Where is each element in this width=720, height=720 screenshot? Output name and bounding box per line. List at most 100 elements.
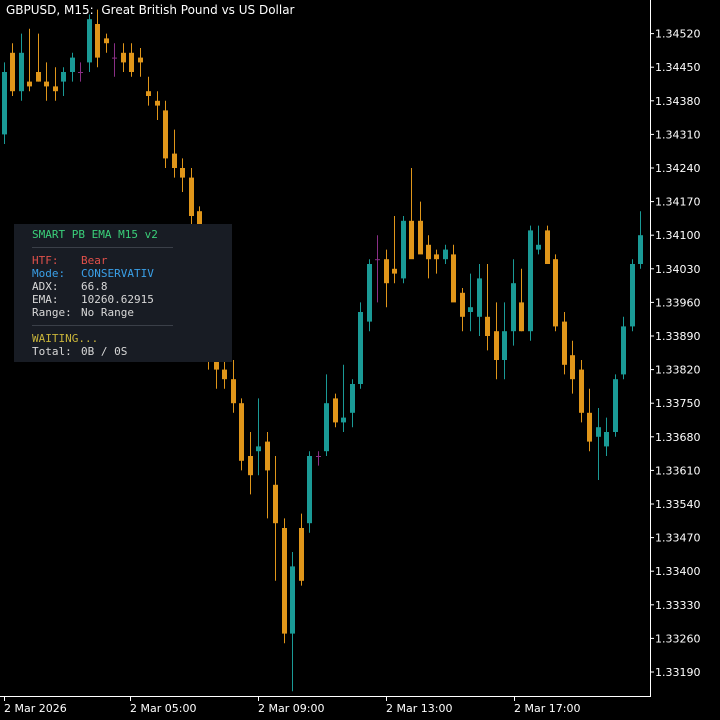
chart-window[interactable]: 1.34520 1.34450 1.34380 1.34310 1.34240 1.341… [0, 0, 720, 720]
candle-body[interactable] [155, 100, 160, 106]
candle-body[interactable] [53, 86, 58, 92]
candle-body[interactable] [180, 168, 185, 178]
price-tick-label: 1.33960 [655, 296, 701, 309]
range-value: No Range [81, 306, 134, 319]
candle-body[interactable] [341, 417, 346, 423]
candle-body[interactable] [70, 57, 75, 72]
mode-value: CONSERVATIV [81, 267, 154, 280]
candle-body[interactable] [553, 259, 558, 327]
price-tick-label: 1.34310 [655, 128, 701, 141]
price-tick-label: 1.33260 [655, 632, 701, 645]
candle-body[interactable] [265, 441, 270, 471]
candle-body[interactable] [138, 57, 143, 63]
candle-body[interactable] [502, 331, 507, 360]
candle-body[interactable] [36, 72, 41, 82]
candle-body[interactable] [460, 292, 465, 317]
candle-body[interactable] [61, 72, 66, 82]
candle-body[interactable] [451, 254, 456, 303]
candle-body[interactable] [333, 398, 338, 423]
candle-body[interactable] [630, 264, 635, 327]
time-tick-label: 2 Mar 2026 [4, 702, 67, 715]
candle-body[interactable] [248, 456, 253, 476]
candle-body[interactable] [485, 316, 490, 336]
candle-body[interactable] [189, 177, 194, 216]
candle-body[interactable] [231, 379, 236, 404]
price-tick-label: 1.33540 [655, 498, 701, 511]
candle-body[interactable] [375, 259, 380, 261]
candle-body[interactable] [316, 456, 321, 457]
candle-body[interactable] [104, 38, 109, 44]
candle-body[interactable] [409, 220, 414, 260]
candle-body[interactable] [163, 110, 168, 159]
candle-body[interactable] [570, 355, 575, 380]
candle-body[interactable] [95, 24, 100, 58]
candle-body[interactable] [434, 254, 439, 260]
candle-body[interactable] [401, 220, 406, 279]
total-label: Total: [32, 345, 72, 358]
candle-body[interactable] [468, 307, 473, 312]
ema-row: EMA: 10260.62915 [32, 293, 154, 306]
time-axis[interactable]: 2 Mar 2026 2 Mar 05:00 2 Mar 09:00 2 Mar 13… [4, 696, 580, 715]
candle-body[interactable] [172, 153, 177, 168]
candle-body[interactable] [112, 57, 117, 59]
candle-body[interactable] [19, 52, 24, 92]
candle-body[interactable] [273, 484, 278, 524]
candle-body[interactable] [299, 528, 304, 581]
symbol-label: GBPUSD, M15: [6, 3, 94, 17]
candle-body[interactable] [324, 403, 329, 452]
candle-body[interactable] [350, 384, 355, 413]
candle-body[interactable] [392, 268, 397, 274]
candle-body[interactable] [418, 220, 423, 255]
ea-info-panel: SMART PB EMA M15 v2 HTF: Bear Mode: CONSER… [14, 224, 232, 362]
candle-body[interactable] [477, 278, 482, 317]
candle-body[interactable] [384, 259, 389, 284]
candle-body[interactable] [2, 72, 7, 135]
candle-body[interactable] [146, 91, 151, 96]
candle-body[interactable] [78, 72, 83, 73]
candle-body[interactable] [536, 244, 541, 250]
candle-body[interactable] [290, 566, 295, 634]
candle-body[interactable] [87, 19, 92, 63]
adx-row: ADX: 66.8 [32, 280, 108, 293]
time-tick-label: 2 Mar 17:00 [514, 702, 580, 715]
candle-body[interactable] [596, 427, 601, 437]
candle-body[interactable] [579, 369, 584, 413]
candle-body[interactable] [604, 432, 609, 447]
candle-body[interactable] [121, 52, 126, 63]
candle-body[interactable] [621, 326, 626, 375]
symbol-description: Great British Pound vs US Dollar [101, 3, 295, 17]
candle-body[interactable] [638, 235, 643, 264]
range-label: Range: [32, 306, 72, 319]
candle-body[interactable] [27, 81, 32, 87]
candle-body[interactable] [494, 331, 499, 360]
candle-body[interactable] [358, 312, 363, 384]
candle-body[interactable] [613, 379, 618, 432]
candle-body[interactable] [511, 283, 516, 332]
candle-body[interactable] [426, 244, 431, 260]
panel-divider-top [32, 247, 173, 248]
candle-body[interactable] [545, 230, 550, 264]
candle-body[interactable] [239, 403, 244, 461]
candle-body[interactable] [307, 456, 312, 524]
candle-body[interactable] [528, 230, 533, 332]
price-tick-label: 1.33330 [655, 599, 701, 612]
htf-label: HTF: [32, 254, 59, 267]
candle-body[interactable] [129, 52, 134, 72]
price-tick-label: 1.34240 [655, 162, 701, 175]
candle-body[interactable] [443, 249, 448, 260]
price-axis[interactable]: 1.34520 1.34450 1.34380 1.34310 1.34240 1.341… [650, 28, 701, 679]
candle-body[interactable] [587, 412, 592, 442]
price-tick-label: 1.33400 [655, 565, 701, 578]
price-tick-label: 1.34380 [655, 95, 701, 108]
price-tick-label: 1.33610 [655, 464, 701, 477]
price-tick-label: 1.33820 [655, 364, 701, 377]
candle-body[interactable] [519, 302, 524, 332]
candle-body[interactable] [282, 528, 287, 634]
htf-row: HTF: Bear [32, 254, 108, 267]
candle-body[interactable] [367, 264, 372, 322]
candle-body[interactable] [44, 81, 49, 87]
candle-body[interactable] [10, 52, 15, 92]
candle-body[interactable] [562, 321, 567, 365]
candle-body[interactable] [222, 369, 227, 380]
candle-body[interactable] [256, 446, 261, 452]
